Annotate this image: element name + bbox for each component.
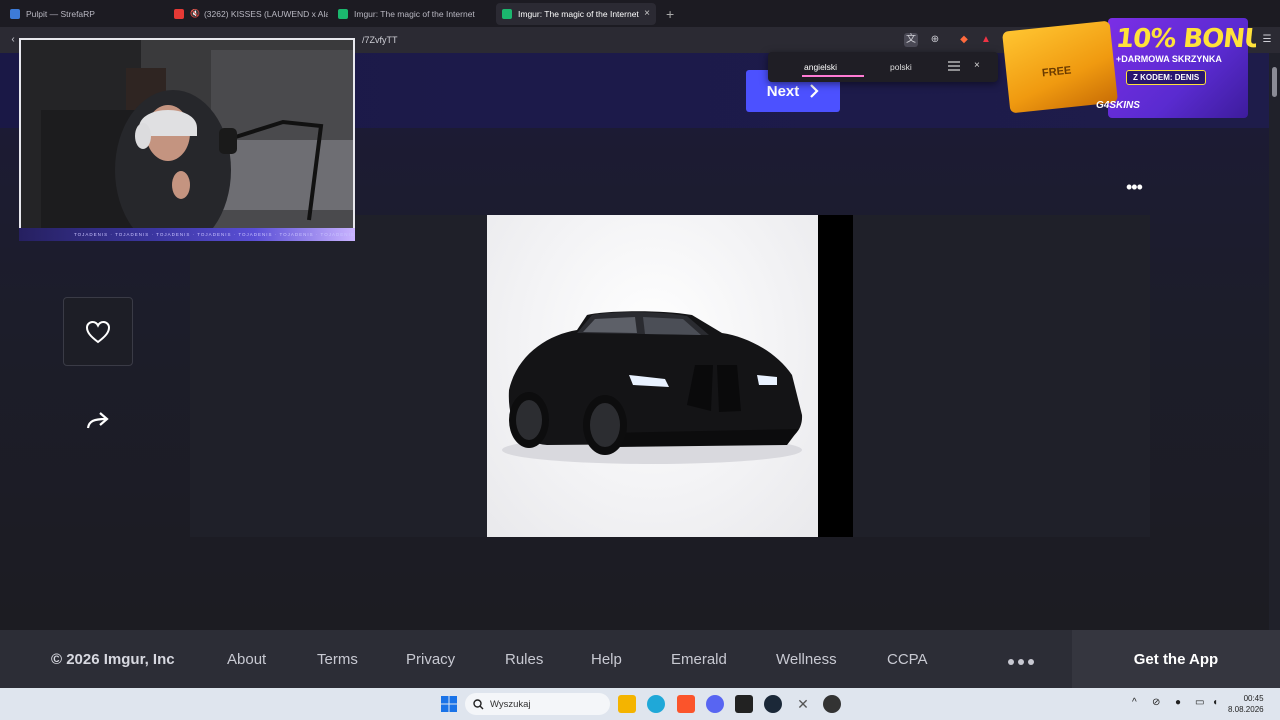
tab-imgur-active[interactable]: Imgur: The magic of the Internet × (496, 2, 656, 25)
display-icon[interactable]: ▭ (1195, 697, 1204, 708)
footer-link-ccpa[interactable]: CCPA (887, 651, 928, 668)
youtube-favicon-icon (174, 8, 184, 19)
ad-subtitle: +DARMOWA SKRZYNKA (1116, 54, 1222, 64)
tab-strefarp[interactable]: Pulpit — StrefaRP (4, 3, 164, 25)
scrollbar-thumb[interactable] (1272, 67, 1277, 97)
new-tab-button[interactable]: + (666, 6, 674, 22)
system-clock[interactable]: 00:45 8.08.2026 (1228, 693, 1264, 715)
clock-time: 00:45 (1243, 694, 1264, 703)
back-icon[interactable]: ‹ (6, 33, 20, 47)
webcam-name-strip: TOJADENIS · TOJADENIS · TOJADENIS · TOJA… (19, 228, 355, 241)
obs-icon[interactable] (823, 695, 841, 713)
brave-rewards-icon[interactable]: ▲ (979, 33, 993, 47)
active-tab-indicator (802, 75, 864, 77)
tab-close-icon[interactable]: × (644, 8, 650, 19)
next-label: Next (766, 82, 800, 100)
search-label: Wyszukaj (490, 698, 531, 710)
chevron-right-icon (810, 84, 819, 98)
tray-expand-icon[interactable]: ^ (1132, 697, 1137, 708)
footer-link-privacy[interactable]: Privacy (406, 651, 455, 668)
network-off-icon[interactable]: ⊘ (1152, 697, 1160, 708)
page-footer: © 2026 Imgur, Inc About Terms Privacy Ru… (0, 630, 1280, 688)
tab-title: (3262) KISSES (LAUWEND x Alan (203, 8, 328, 19)
imgur-favicon-icon (338, 8, 348, 19)
page-scrollbar[interactable] (1269, 53, 1280, 630)
microphone-icon[interactable]: ● (1175, 697, 1181, 708)
menu-icon[interactable]: ☰ (1260, 33, 1274, 47)
footer-link-help[interactable]: Help (591, 651, 622, 668)
brave-shield-icon[interactable]: ◆ (957, 33, 971, 47)
footer-link-about[interactable]: About (227, 651, 266, 668)
steam-icon[interactable] (764, 695, 782, 713)
footer-link-wellness[interactable]: Wellness (776, 651, 837, 668)
capcut-icon[interactable] (735, 695, 753, 713)
bmw-car-illustration (502, 311, 803, 464)
ad-code: Z KODEM: DENIS (1126, 70, 1207, 85)
windows-start-icon[interactable] (440, 695, 458, 713)
heart-icon (85, 320, 111, 343)
edge-icon[interactable] (647, 695, 665, 713)
brave-icon[interactable] (677, 695, 695, 713)
clock-date: 8.08.2026 (1228, 705, 1264, 714)
ad-brand-logo: G4SKINS (1096, 100, 1140, 111)
share-arrow-icon[interactable] (84, 408, 112, 436)
post-options-icon[interactable]: ••• (1126, 177, 1143, 198)
muted-speaker-icon[interactable]: 🔇 (190, 9, 200, 18)
tab-title: Imgur: The magic of the Internet (354, 8, 475, 19)
get-the-app-button[interactable]: Get the App (1072, 630, 1280, 688)
zoom-icon[interactable]: ⊕ (928, 33, 942, 47)
discord-icon[interactable] (706, 695, 724, 713)
post-image[interactable] (487, 215, 853, 537)
footer-more-icon[interactable] (1008, 652, 1038, 670)
taskbar-search-box[interactable]: Wyszukaj (465, 693, 610, 715)
ad-title: 10% BONUS (1114, 24, 1256, 54)
webcam-overlay (19, 38, 355, 241)
like-button[interactable] (63, 297, 133, 366)
tab-title: Imgur: The magic of the Internet (518, 8, 639, 19)
car-image (487, 215, 818, 537)
search-icon (473, 698, 484, 709)
tab-title: Pulpit — StrefaRP (26, 8, 95, 19)
imgur-favicon-icon (502, 8, 512, 19)
translate-source-tab[interactable]: angielski (804, 62, 837, 72)
tab-imgur-1[interactable]: Imgur: The magic of the Internet (332, 3, 492, 25)
footer-link-emerald[interactable]: Emerald (671, 651, 727, 668)
windows-taskbar: Wyszukaj ✕ ^ ⊘ ● ▭ ◖ 00:45 8.08.2026 (0, 688, 1280, 720)
speaker-icon[interactable]: ◖ (1212, 697, 1218, 708)
footer-link-rules[interactable]: Rules (505, 651, 543, 668)
url-field[interactable]: /7ZvfyTT (362, 35, 398, 45)
close-icon[interactable]: × (974, 60, 980, 71)
hamburger-menu-icon[interactable] (948, 60, 960, 72)
strefarp-favicon-icon (10, 8, 20, 19)
file-explorer-icon[interactable] (618, 695, 636, 713)
tab-youtube[interactable]: 🔇 (3262) KISSES (LAUWEND x Alan (168, 3, 328, 25)
webcam-feed (21, 40, 353, 239)
translate-icon[interactable]: 文 (904, 33, 918, 47)
translate-popup: angielski polski × (768, 52, 998, 82)
footer-link-terms[interactable]: Terms (317, 651, 358, 668)
translate-target-tab[interactable]: polski (890, 62, 912, 72)
footer-copyright: © 2026 Imgur, Inc (51, 651, 175, 668)
tools-icon[interactable]: ✕ (794, 695, 812, 713)
advertisement-banner[interactable]: FREE 10% BONUS +DARMOWA SKRZYNKA Z KODEM… (998, 6, 1256, 122)
